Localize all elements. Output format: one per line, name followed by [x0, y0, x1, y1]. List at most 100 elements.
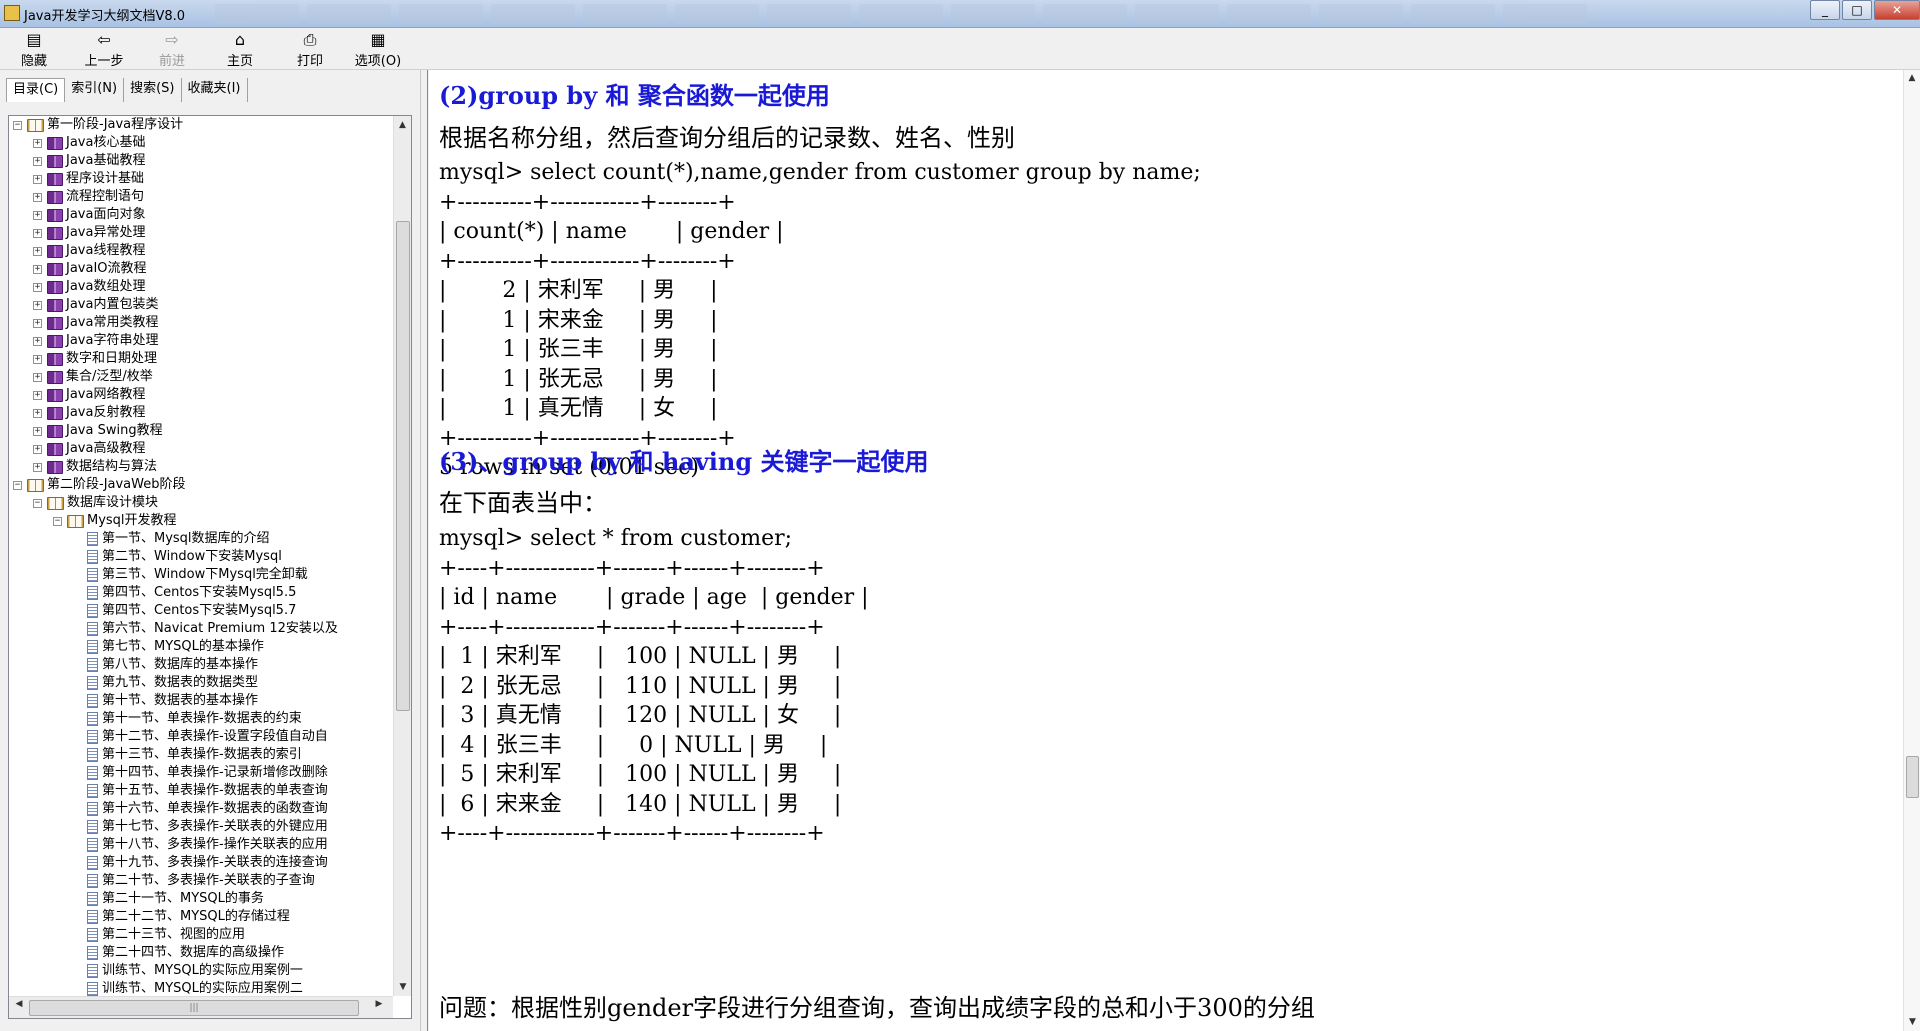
tree-item-page[interactable]: 第十节、数据表的基本操作 [9, 692, 393, 710]
expand-icon[interactable]: + [33, 192, 42, 202]
scroll-right-icon[interactable]: ▶ [371, 999, 387, 1009]
scroll-thumb[interactable] [1906, 756, 1919, 798]
collapse-icon[interactable]: − [33, 498, 42, 508]
tree-item-page[interactable]: 第二十二节、MYSQL的存储过程 [9, 908, 393, 926]
expand-icon[interactable]: + [33, 372, 42, 382]
tree-item-page[interactable]: 训练节、MYSQL的实际应用案例二 [9, 980, 393, 996]
tab-contents[interactable]: 目录(C) [6, 78, 66, 102]
tree-item-page[interactable]: 第二十三节、视图的应用 [9, 926, 393, 944]
expand-icon[interactable]: + [33, 336, 42, 346]
content-vertical-scrollbar[interactable]: ▲ ▼ [1903, 70, 1920, 1031]
expand-icon[interactable]: + [33, 282, 42, 292]
home-button[interactable]: ⌂ 主页 [208, 30, 272, 69]
forward-button[interactable]: ⇨ 前进 [140, 30, 204, 69]
tree-item-page[interactable]: 第十四节、单表操作-记录新增修改删除 [9, 764, 393, 782]
tree-item-chapter[interactable]: + 数字和日期处理 [9, 350, 393, 368]
expand-icon[interactable]: + [33, 318, 42, 328]
scroll-thumb[interactable] [396, 221, 410, 711]
print-button[interactable]: ⎙ 打印 [278, 30, 342, 69]
tree-item-page[interactable]: 第四节、Centos下安装Mysql5.5 [9, 584, 393, 602]
maximize-button[interactable]: □ [1842, 0, 1872, 20]
tree-item-chapter[interactable]: + Java Swing教程 [9, 422, 393, 440]
scroll-up-icon[interactable]: ▲ [394, 116, 411, 134]
pane-splitter[interactable] [420, 70, 428, 1031]
tree-item-page[interactable]: 第二十一节、MYSQL的事务 [9, 890, 393, 908]
tree-item-chapter[interactable]: + 数据结构与算法 [9, 458, 393, 476]
expand-icon[interactable]: + [33, 462, 42, 472]
tree-item-page[interactable]: 第十八节、多表操作-操作关联表的应用 [9, 836, 393, 854]
back-button[interactable]: ⇦ 上一步 [72, 30, 136, 69]
collapse-icon[interactable]: − [13, 120, 22, 130]
tree-item-page[interactable]: 第十九节、多表操作-关联表的连接查询 [9, 854, 393, 872]
scroll-left-icon[interactable]: ◀ [11, 999, 27, 1009]
tree-item-page[interactable]: 第一节、Mysql数据库的介绍 [9, 530, 393, 548]
tree-node-db-module[interactable]: − 数据库设计模块 [9, 494, 393, 512]
tree-item-chapter[interactable]: + 流程控制语句 [9, 188, 393, 206]
expand-icon[interactable]: + [33, 174, 42, 184]
tree-item-label: 第九节、数据表的数据类型 [102, 675, 259, 690]
expand-icon[interactable]: + [33, 156, 42, 166]
tree-item-page[interactable]: 第四节、Centos下安装Mysql5.7 [9, 602, 393, 620]
tree-item-page[interactable]: 第二十四节、数据库的高级操作 [9, 944, 393, 962]
scroll-thumb[interactable]: ||| [29, 1000, 359, 1016]
hide-button[interactable]: ▤ 隐藏 [2, 30, 66, 69]
tree-item-page[interactable]: 第六节、Navicat Premium 12安装以及 [9, 620, 393, 638]
minimize-button[interactable]: _ [1810, 0, 1840, 20]
expand-icon[interactable]: + [33, 390, 42, 400]
tree-item-page[interactable]: 第二十节、多表操作-关联表的子查询 [9, 872, 393, 890]
tree-item-chapter[interactable]: + Java数组处理 [9, 278, 393, 296]
tree-item-chapter[interactable]: + Java反射教程 [9, 404, 393, 422]
options-button[interactable]: ▦ 选项(O) [346, 30, 410, 69]
expand-icon[interactable]: + [33, 246, 42, 256]
tree-item-page[interactable]: 训练节、MYSQL的实际应用案例一 [9, 962, 393, 980]
scroll-down-icon[interactable]: ▼ [394, 978, 411, 996]
tab-search[interactable]: 搜索(S) [124, 78, 182, 102]
tab-favorites[interactable]: 收藏夹(I) [182, 78, 248, 102]
tab-index[interactable]: 索引(N) [65, 78, 125, 102]
tree-vertical-scrollbar[interactable]: ▲ ▼ [393, 116, 411, 996]
tree-item-chapter[interactable]: + Java面向对象 [9, 206, 393, 224]
tree-node-mysql-tutorial[interactable]: − Mysql开发教程 [9, 512, 393, 530]
tree-item-page[interactable]: 第十一节、单表操作-数据表的约束 [9, 710, 393, 728]
tree-item-page[interactable]: 第七节、MYSQL的基本操作 [9, 638, 393, 656]
expand-icon[interactable]: + [33, 408, 42, 418]
tree-item-page[interactable]: 第二节、Window下安装Mysql [9, 548, 393, 566]
expand-icon[interactable]: + [33, 228, 42, 238]
tree-item-chapter[interactable]: + Java常用类教程 [9, 314, 393, 332]
tree-item-page[interactable]: 第三节、Window下Mysql完全卸载 [9, 566, 393, 584]
expand-icon[interactable]: + [33, 264, 42, 274]
tree-item-page[interactable]: 第十七节、多表操作-关联表的外键应用 [9, 818, 393, 836]
tree-item-page[interactable]: 第八节、数据库的基本操作 [9, 656, 393, 674]
collapse-icon[interactable]: − [53, 516, 62, 526]
tree-horizontal-scrollbar[interactable]: ◀ ||| ▶ [9, 996, 393, 1018]
tree-item-chapter[interactable]: + 集合/泛型/枚举 [9, 368, 393, 386]
expand-icon[interactable]: + [33, 138, 42, 148]
tree-item-chapter[interactable]: + Java字符串处理 [9, 332, 393, 350]
tree-item-chapter[interactable]: + Java网络教程 [9, 386, 393, 404]
scroll-up-icon[interactable]: ▲ [1904, 70, 1920, 87]
tree-node-stage1[interactable]: − 第一阶段-Java程序设计 [9, 116, 393, 134]
tree-item-page[interactable]: 第十二节、单表操作-设置字段值自动自 [9, 728, 393, 746]
tree-item-page[interactable]: 第十六节、单表操作-数据表的函数查询 [9, 800, 393, 818]
expand-icon[interactable]: + [33, 354, 42, 364]
tree-item-chapter[interactable]: + Java核心基础 [9, 134, 393, 152]
scroll-down-icon[interactable]: ▼ [1904, 1014, 1920, 1031]
close-button[interactable]: ✕ [1874, 0, 1920, 20]
tree-item-page[interactable]: 第九节、数据表的数据类型 [9, 674, 393, 692]
tree-item-chapter[interactable]: + Java内置包装类 [9, 296, 393, 314]
forward-icon: ⇨ [165, 30, 179, 49]
expand-icon[interactable]: + [33, 444, 42, 454]
tree-item-chapter[interactable]: + Java高级教程 [9, 440, 393, 458]
tree-node-stage2[interactable]: − 第二阶段-JavaWeb阶段 [9, 476, 393, 494]
tree-item-chapter[interactable]: + 程序设计基础 [9, 170, 393, 188]
tree-item-page[interactable]: 第十五节、单表操作-数据表的单表查询 [9, 782, 393, 800]
expand-icon[interactable]: + [33, 426, 42, 436]
collapse-icon[interactable]: − [13, 480, 22, 490]
tree-item-chapter[interactable]: + Java异常处理 [9, 224, 393, 242]
tree-item-chapter[interactable]: + Java线程教程 [9, 242, 393, 260]
tree-item-chapter[interactable]: + Java基础教程 [9, 152, 393, 170]
tree-item-page[interactable]: 第十三节、单表操作-数据表的索引 [9, 746, 393, 764]
expand-icon[interactable]: + [33, 300, 42, 310]
tree-item-chapter[interactable]: + JavaIO流教程 [9, 260, 393, 278]
expand-icon[interactable]: + [33, 210, 42, 220]
